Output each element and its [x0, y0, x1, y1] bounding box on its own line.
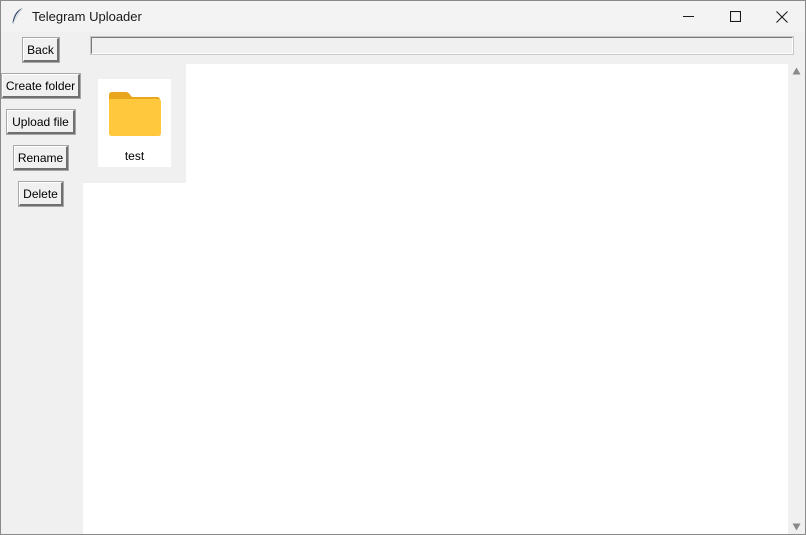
app-window: Telegram Uploader Back Create folder Upl… [0, 0, 806, 535]
file-browser[interactable]: test [83, 64, 788, 534]
folder-icon [109, 92, 161, 136]
minimize-icon [682, 16, 694, 17]
maximize-icon [729, 11, 741, 22]
scroll-up-icon[interactable] [792, 67, 801, 75]
folder-item[interactable]: test [98, 79, 171, 167]
close-icon [776, 10, 788, 23]
file-grid: test [83, 64, 186, 183]
title-bar[interactable]: Telegram Uploader [1, 1, 805, 32]
minimize-button[interactable] [665, 1, 711, 32]
path-field[interactable] [90, 36, 794, 55]
vertical-scrollbar[interactable] [788, 64, 805, 534]
folder-name: test [124, 149, 145, 163]
feather-icon [12, 7, 23, 24]
rename-button[interactable]: Rename [13, 145, 69, 171]
maximize-button[interactable] [712, 1, 758, 32]
back-button[interactable]: Back [22, 37, 60, 63]
upload-file-button[interactable]: Upload file [6, 109, 76, 135]
scroll-down-icon[interactable] [792, 523, 801, 531]
close-button[interactable] [759, 1, 805, 32]
delete-button[interactable]: Delete [18, 181, 64, 207]
create-folder-button[interactable]: Create folder [1, 73, 81, 99]
window-title: Telegram Uploader [32, 9, 142, 24]
